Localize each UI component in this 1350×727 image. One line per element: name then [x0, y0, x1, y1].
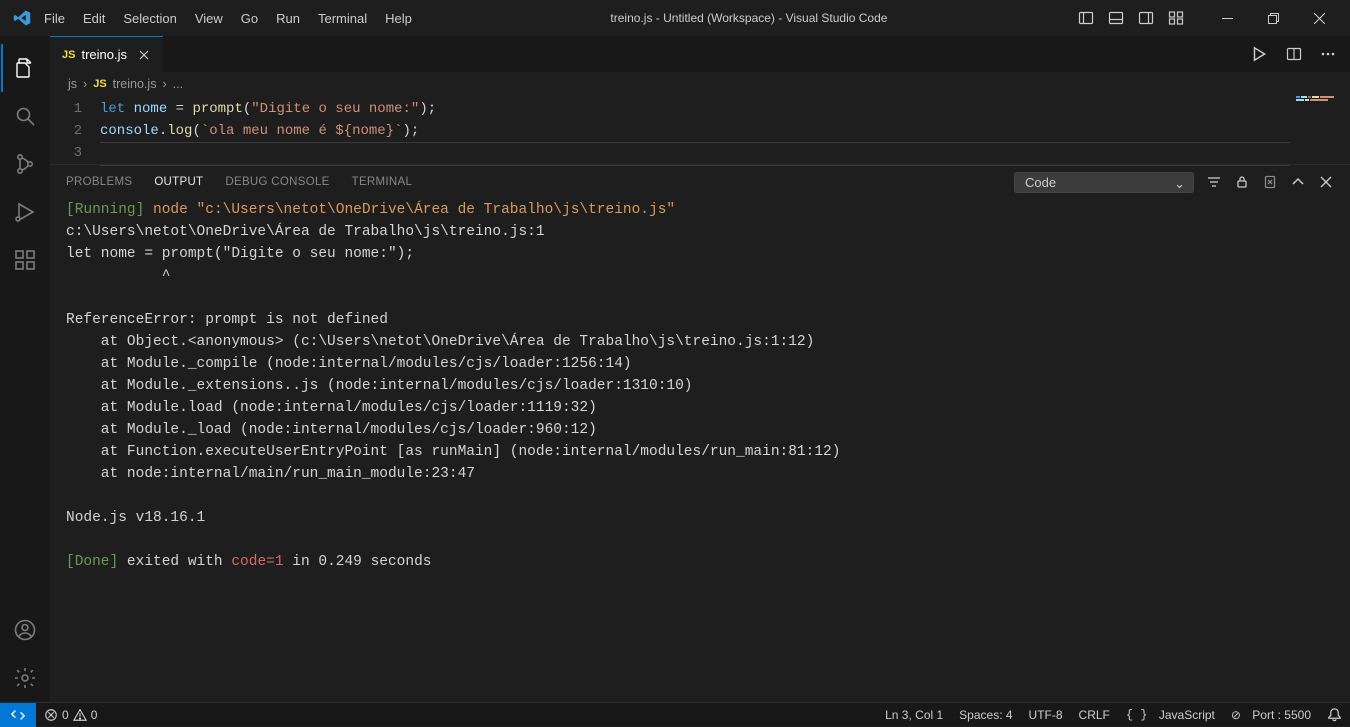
sb-problems[interactable]: 0 0	[36, 708, 105, 722]
sb-eol[interactable]: CRLF	[1071, 708, 1118, 722]
tab-close-icon[interactable]	[137, 48, 151, 62]
source-control-icon[interactable]	[1, 140, 49, 188]
editor-area: JS treino.js js › JS treino.js › ... 123	[50, 36, 1350, 702]
search-icon[interactable]	[1, 92, 49, 140]
go-live-icon: ⊘	[1231, 708, 1241, 722]
js-file-icon: JS	[62, 49, 75, 61]
sb-encoding[interactable]: UTF-8	[1021, 708, 1071, 722]
toggle-secondary-sidebar-icon[interactable]	[1138, 10, 1154, 26]
filter-icon[interactable]	[1206, 174, 1222, 190]
extensions-icon[interactable]	[1, 236, 49, 284]
explorer-icon[interactable]	[1, 44, 49, 92]
output-channel-select[interactable]: Code ⌄	[1014, 172, 1194, 193]
minimap[interactable]	[1296, 96, 1336, 114]
window-title: treino.js - Untitled (Workspace) - Visua…	[420, 11, 1078, 25]
toggle-panel-icon[interactable]	[1108, 10, 1124, 26]
output-content[interactable]: [Running] node "c:\Users\netot\OneDrive\…	[50, 199, 1350, 604]
more-actions-icon[interactable]	[1320, 46, 1336, 62]
breadcrumb[interactable]: js › JS treino.js › ...	[50, 72, 1350, 96]
titlebar: File Edit Selection View Go Run Terminal…	[0, 0, 1350, 36]
window-controls	[1204, 3, 1342, 33]
menu-selection[interactable]: Selection	[115, 7, 184, 30]
customize-layout-icon[interactable]	[1168, 10, 1184, 26]
run-debug-icon[interactable]	[1, 188, 49, 236]
sb-position[interactable]: Ln 3, Col 1	[877, 708, 951, 722]
menu-file[interactable]: File	[36, 7, 73, 30]
sb-language[interactable]: { } JavaScript	[1118, 708, 1223, 722]
minimize-button[interactable]	[1204, 3, 1250, 33]
main: JS treino.js js › JS treino.js › ... 123	[0, 36, 1350, 702]
menu-bar: File Edit Selection View Go Run Terminal…	[36, 7, 420, 30]
close-panel-icon[interactable]	[1318, 174, 1334, 190]
sb-port[interactable]: ⊘ Port : 5500	[1223, 708, 1319, 722]
statusbar: 0 0 Ln 3, Col 1 Spaces: 4 UTF-8 CRLF { }…	[0, 702, 1350, 726]
tab-label: treino.js	[81, 47, 127, 62]
gutter: 123	[50, 98, 100, 164]
close-button[interactable]	[1296, 3, 1342, 33]
account-icon[interactable]	[1, 606, 49, 654]
panel: PROBLEMS OUTPUT DEBUG CONSOLE TERMINAL C…	[50, 164, 1350, 604]
vscode-logo-icon	[8, 9, 36, 27]
menu-view[interactable]: View	[187, 7, 231, 30]
chevron-right-icon: ›	[83, 77, 87, 91]
tab-problems[interactable]: PROBLEMS	[66, 176, 132, 188]
menu-go[interactable]: Go	[233, 7, 266, 30]
menu-terminal[interactable]: Terminal	[310, 7, 375, 30]
toggle-primary-sidebar-icon[interactable]	[1078, 10, 1094, 26]
tab-treino[interactable]: JS treino.js	[50, 36, 163, 72]
editor-actions	[1236, 36, 1350, 72]
chevron-up-icon[interactable]	[1290, 174, 1306, 190]
breadcrumb-file[interactable]: treino.js	[113, 77, 157, 91]
tab-output[interactable]: OUTPUT	[154, 176, 203, 188]
sb-spaces[interactable]: Spaces: 4	[951, 708, 1020, 722]
split-editor-icon[interactable]	[1286, 46, 1302, 62]
menu-help[interactable]: Help	[377, 7, 420, 30]
panel-tabs: PROBLEMS OUTPUT DEBUG CONSOLE TERMINAL C…	[50, 165, 1350, 199]
code-editor[interactable]: 123 let nome = prompt("Digite o seu nome…	[50, 96, 1350, 164]
menu-run[interactable]: Run	[268, 7, 308, 30]
activity-bar	[0, 36, 50, 702]
menu-edit[interactable]: Edit	[75, 7, 113, 30]
chevron-right-icon: ›	[162, 77, 166, 91]
js-file-icon: JS	[93, 78, 106, 90]
tab-bar: JS treino.js	[50, 36, 1350, 72]
code-content[interactable]: let nome = prompt("Digite o seu nome:");…	[100, 98, 1350, 164]
remote-indicator-icon[interactable]	[0, 703, 36, 727]
sb-notifications-icon[interactable]	[1319, 707, 1350, 722]
tab-terminal[interactable]: TERMINAL	[352, 176, 413, 188]
tab-debug-console[interactable]: DEBUG CONSOLE	[225, 176, 329, 188]
lock-scroll-icon[interactable]	[1234, 174, 1250, 190]
breadcrumb-rest[interactable]: ...	[173, 77, 183, 91]
chevron-down-icon: ⌄	[1174, 176, 1185, 192]
breadcrumb-folder[interactable]: js	[68, 77, 77, 91]
maximize-button[interactable]	[1250, 3, 1296, 33]
settings-gear-icon[interactable]	[1, 654, 49, 702]
layout-controls	[1078, 10, 1184, 26]
run-code-icon[interactable]	[1250, 45, 1268, 63]
clear-output-icon[interactable]	[1262, 174, 1278, 190]
